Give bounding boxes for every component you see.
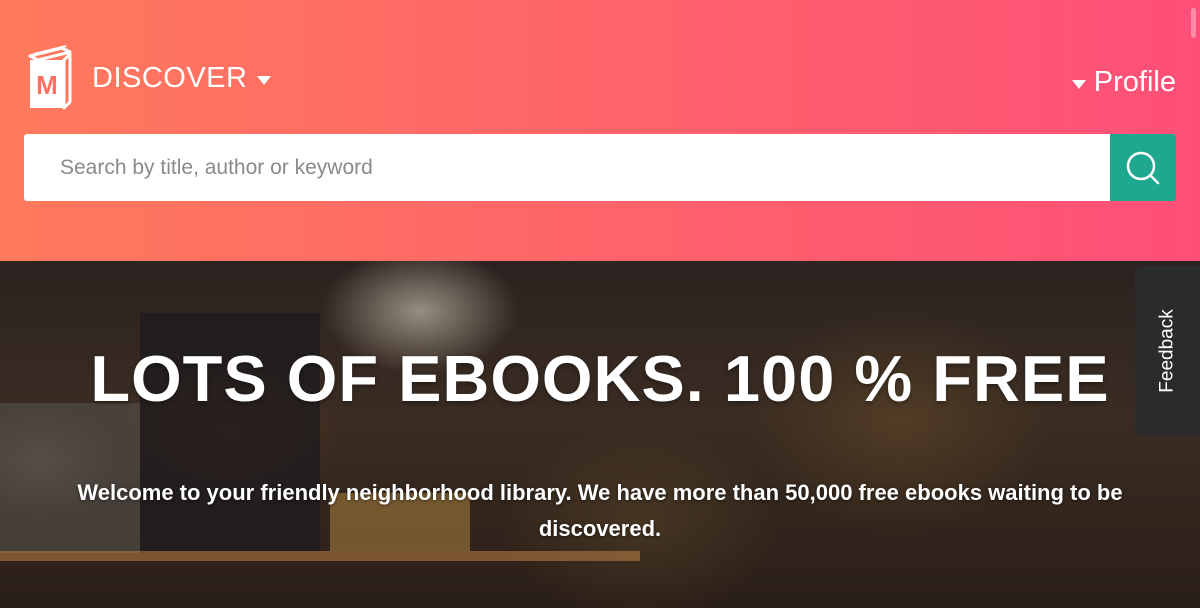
search-bar (24, 134, 1176, 201)
scrollbar-thumb[interactable] (1191, 8, 1196, 38)
profile-label: Profile (1093, 66, 1176, 98)
book-logo-icon[interactable]: M (24, 42, 76, 112)
caret-down-icon (1071, 80, 1086, 89)
hero-banner: LOTS OF EBOOKS. 100 % FREE Welcome to yo… (0, 261, 1200, 608)
hero-title: LOTS OF EBOOKS. 100 % FREE (90, 342, 1110, 415)
caret-down-icon (257, 76, 272, 85)
discover-label: DISCOVER (92, 62, 248, 94)
search-input[interactable] (24, 134, 1110, 201)
search-button[interactable] (1110, 134, 1176, 201)
hero-subtitle: Welcome to your friendly neighborhood li… (77, 480, 1123, 541)
discover-menu[interactable]: DISCOVER (92, 62, 272, 95)
search-icon (1126, 151, 1160, 184)
site-header: M DISCOVER Profile (0, 0, 1200, 261)
feedback-tab[interactable]: Feedback (1135, 266, 1200, 436)
profile-menu[interactable]: Profile (1071, 66, 1176, 99)
logo-letter: M (36, 70, 58, 100)
background-shelf (0, 551, 640, 561)
feedback-label: Feedback (1156, 309, 1178, 393)
